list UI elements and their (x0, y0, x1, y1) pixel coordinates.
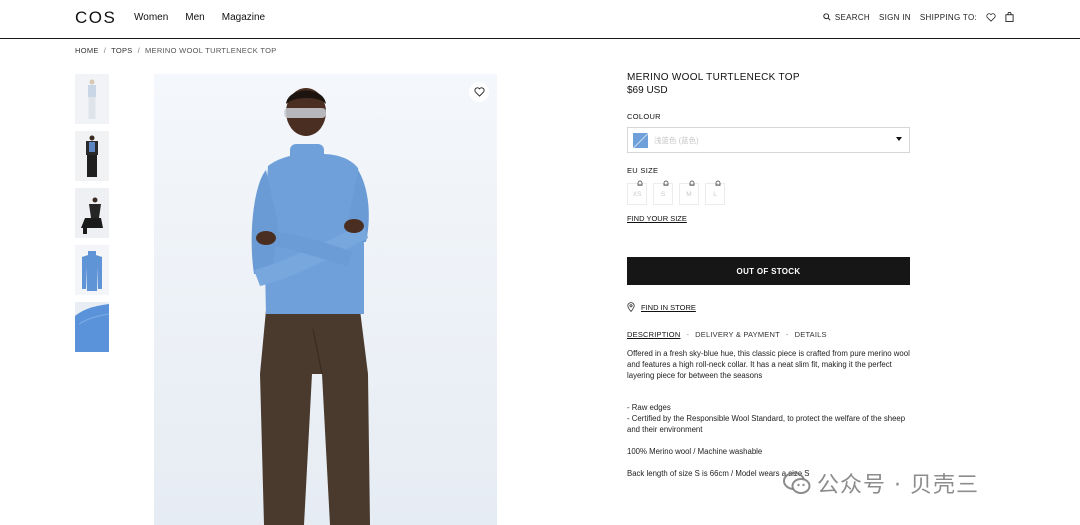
search-label: SEARCH (834, 12, 870, 22)
size-label: EU SIZE (627, 166, 659, 175)
heart-icon (473, 87, 485, 97)
description-composition: 100% Merino wool / Machine washable (627, 447, 763, 456)
thumbnail-4[interactable] (75, 245, 109, 295)
search-icon (823, 13, 831, 21)
find-in-store-label: FIND IN STORE (641, 302, 696, 312)
size-option-label: S (660, 190, 666, 198)
breadcrumb: HOME / TOPS / MERINO WOOL TURTLENECK TOP (75, 46, 277, 55)
tab-separator: - (785, 330, 789, 339)
tab-description[interactable]: DESCRIPTION (627, 330, 680, 339)
colour-swatch (633, 132, 648, 148)
watermark: 公众号 · 贝壳三 (783, 467, 979, 499)
thumbnail-fabric-detail-image (75, 302, 109, 352)
bag-button[interactable] (1005, 12, 1014, 22)
thumbnail-2[interactable] (75, 131, 109, 181)
info-tabs: DESCRIPTION - DELIVERY & PAYMENT - DETAI… (627, 330, 827, 339)
out-of-stock-button[interactable]: OUT OF STOCK (627, 257, 910, 285)
thumbnail-gallery (75, 74, 109, 352)
watermark-text: 公众号 · 贝壳三 (817, 473, 979, 498)
add-to-wishlist-button[interactable] (469, 82, 489, 102)
product-main-image[interactable] (154, 74, 497, 525)
wishlist-button[interactable] (986, 12, 996, 22)
bag-icon (1005, 12, 1014, 22)
bell-icon (689, 180, 695, 186)
thumbnail-model-seated-image (75, 188, 109, 238)
colour-select[interactable]: 浅蓝色 (蓝色) (627, 127, 910, 153)
size-option-l[interactable]: L (705, 180, 725, 205)
find-your-size-link[interactable]: FIND YOUR SIZE (627, 214, 687, 223)
product-info: MERINO WOOL TURTLENECK TOP $69 USD (627, 72, 910, 96)
description-bullet: - Raw edges (627, 403, 671, 412)
bell-icon (715, 180, 721, 186)
thumbnail-1[interactable] (75, 74, 109, 124)
product-price: $69 USD (627, 85, 668, 96)
sign-in-label: SIGN IN (879, 12, 911, 22)
thumbnail-3[interactable] (75, 188, 109, 238)
size-options: XS S M L (627, 180, 725, 205)
search-button[interactable]: SEARCH (823, 13, 870, 22)
utility-nav: SEARCH SIGN IN SHIPPING TO: (823, 12, 1014, 22)
location-pin-icon (627, 302, 635, 312)
size-option-m[interactable]: M (679, 180, 699, 205)
bell-icon (663, 180, 669, 186)
breadcrumb-home[interactable]: HOME (75, 46, 99, 55)
shipping-selector[interactable]: SHIPPING TO: (920, 13, 977, 22)
tab-details[interactable]: DETAILS (795, 330, 827, 339)
nav-women[interactable]: Women (134, 12, 168, 23)
colour-label: COLOUR (627, 112, 661, 121)
tab-delivery-payment[interactable]: DELIVERY & PAYMENT (695, 330, 780, 339)
size-option-label: M (686, 190, 692, 198)
cos-logo[interactable]: COS (75, 8, 116, 28)
product-title: MERINO WOOL TURTLENECK TOP (627, 72, 800, 83)
description-bullet: - Certified by the Responsible Wool Stan… (627, 414, 906, 434)
thumbnail-5[interactable] (75, 302, 109, 352)
description-intro: Offered in a fresh sky-blue hue, this cl… (627, 349, 910, 380)
find-in-store-link[interactable]: FIND IN STORE (627, 302, 696, 312)
thumbnail-model-light-image (75, 74, 109, 124)
main-nav: Women Men Magazine (134, 12, 265, 23)
site-header: COS Women Men Magazine SEARCH SIGN IN SH… (0, 0, 1080, 39)
bell-icon (637, 180, 643, 186)
wechat-icon (783, 472, 811, 494)
size-option-xs[interactable]: XS (627, 180, 647, 205)
size-option-label: L (713, 190, 717, 198)
colour-value: 浅蓝色 (蓝色) (654, 135, 699, 145)
model-wearing-turtleneck-image (154, 74, 497, 525)
size-option-label: XS (632, 190, 642, 198)
heart-icon (986, 12, 996, 22)
tab-separator: - (686, 330, 690, 339)
thumbnail-product-flat-image (75, 245, 109, 295)
thumbnail-model-dark-image (75, 131, 109, 181)
nav-magazine[interactable]: Magazine (222, 12, 265, 23)
product-description: Offered in a fresh sky-blue hue, this cl… (627, 348, 910, 479)
nav-men[interactable]: Men (185, 12, 204, 23)
sign-in-link[interactable]: SIGN IN (879, 13, 911, 22)
breadcrumb-current: MERINO WOOL TURTLENECK TOP (144, 46, 277, 55)
breadcrumb-separator: / (137, 46, 140, 55)
chevron-down-icon (896, 137, 902, 141)
breadcrumb-tops[interactable]: TOPS (111, 46, 132, 55)
shipping-label: SHIPPING TO: (919, 12, 977, 22)
size-option-s[interactable]: S (653, 180, 673, 205)
breadcrumb-separator: / (103, 46, 107, 55)
